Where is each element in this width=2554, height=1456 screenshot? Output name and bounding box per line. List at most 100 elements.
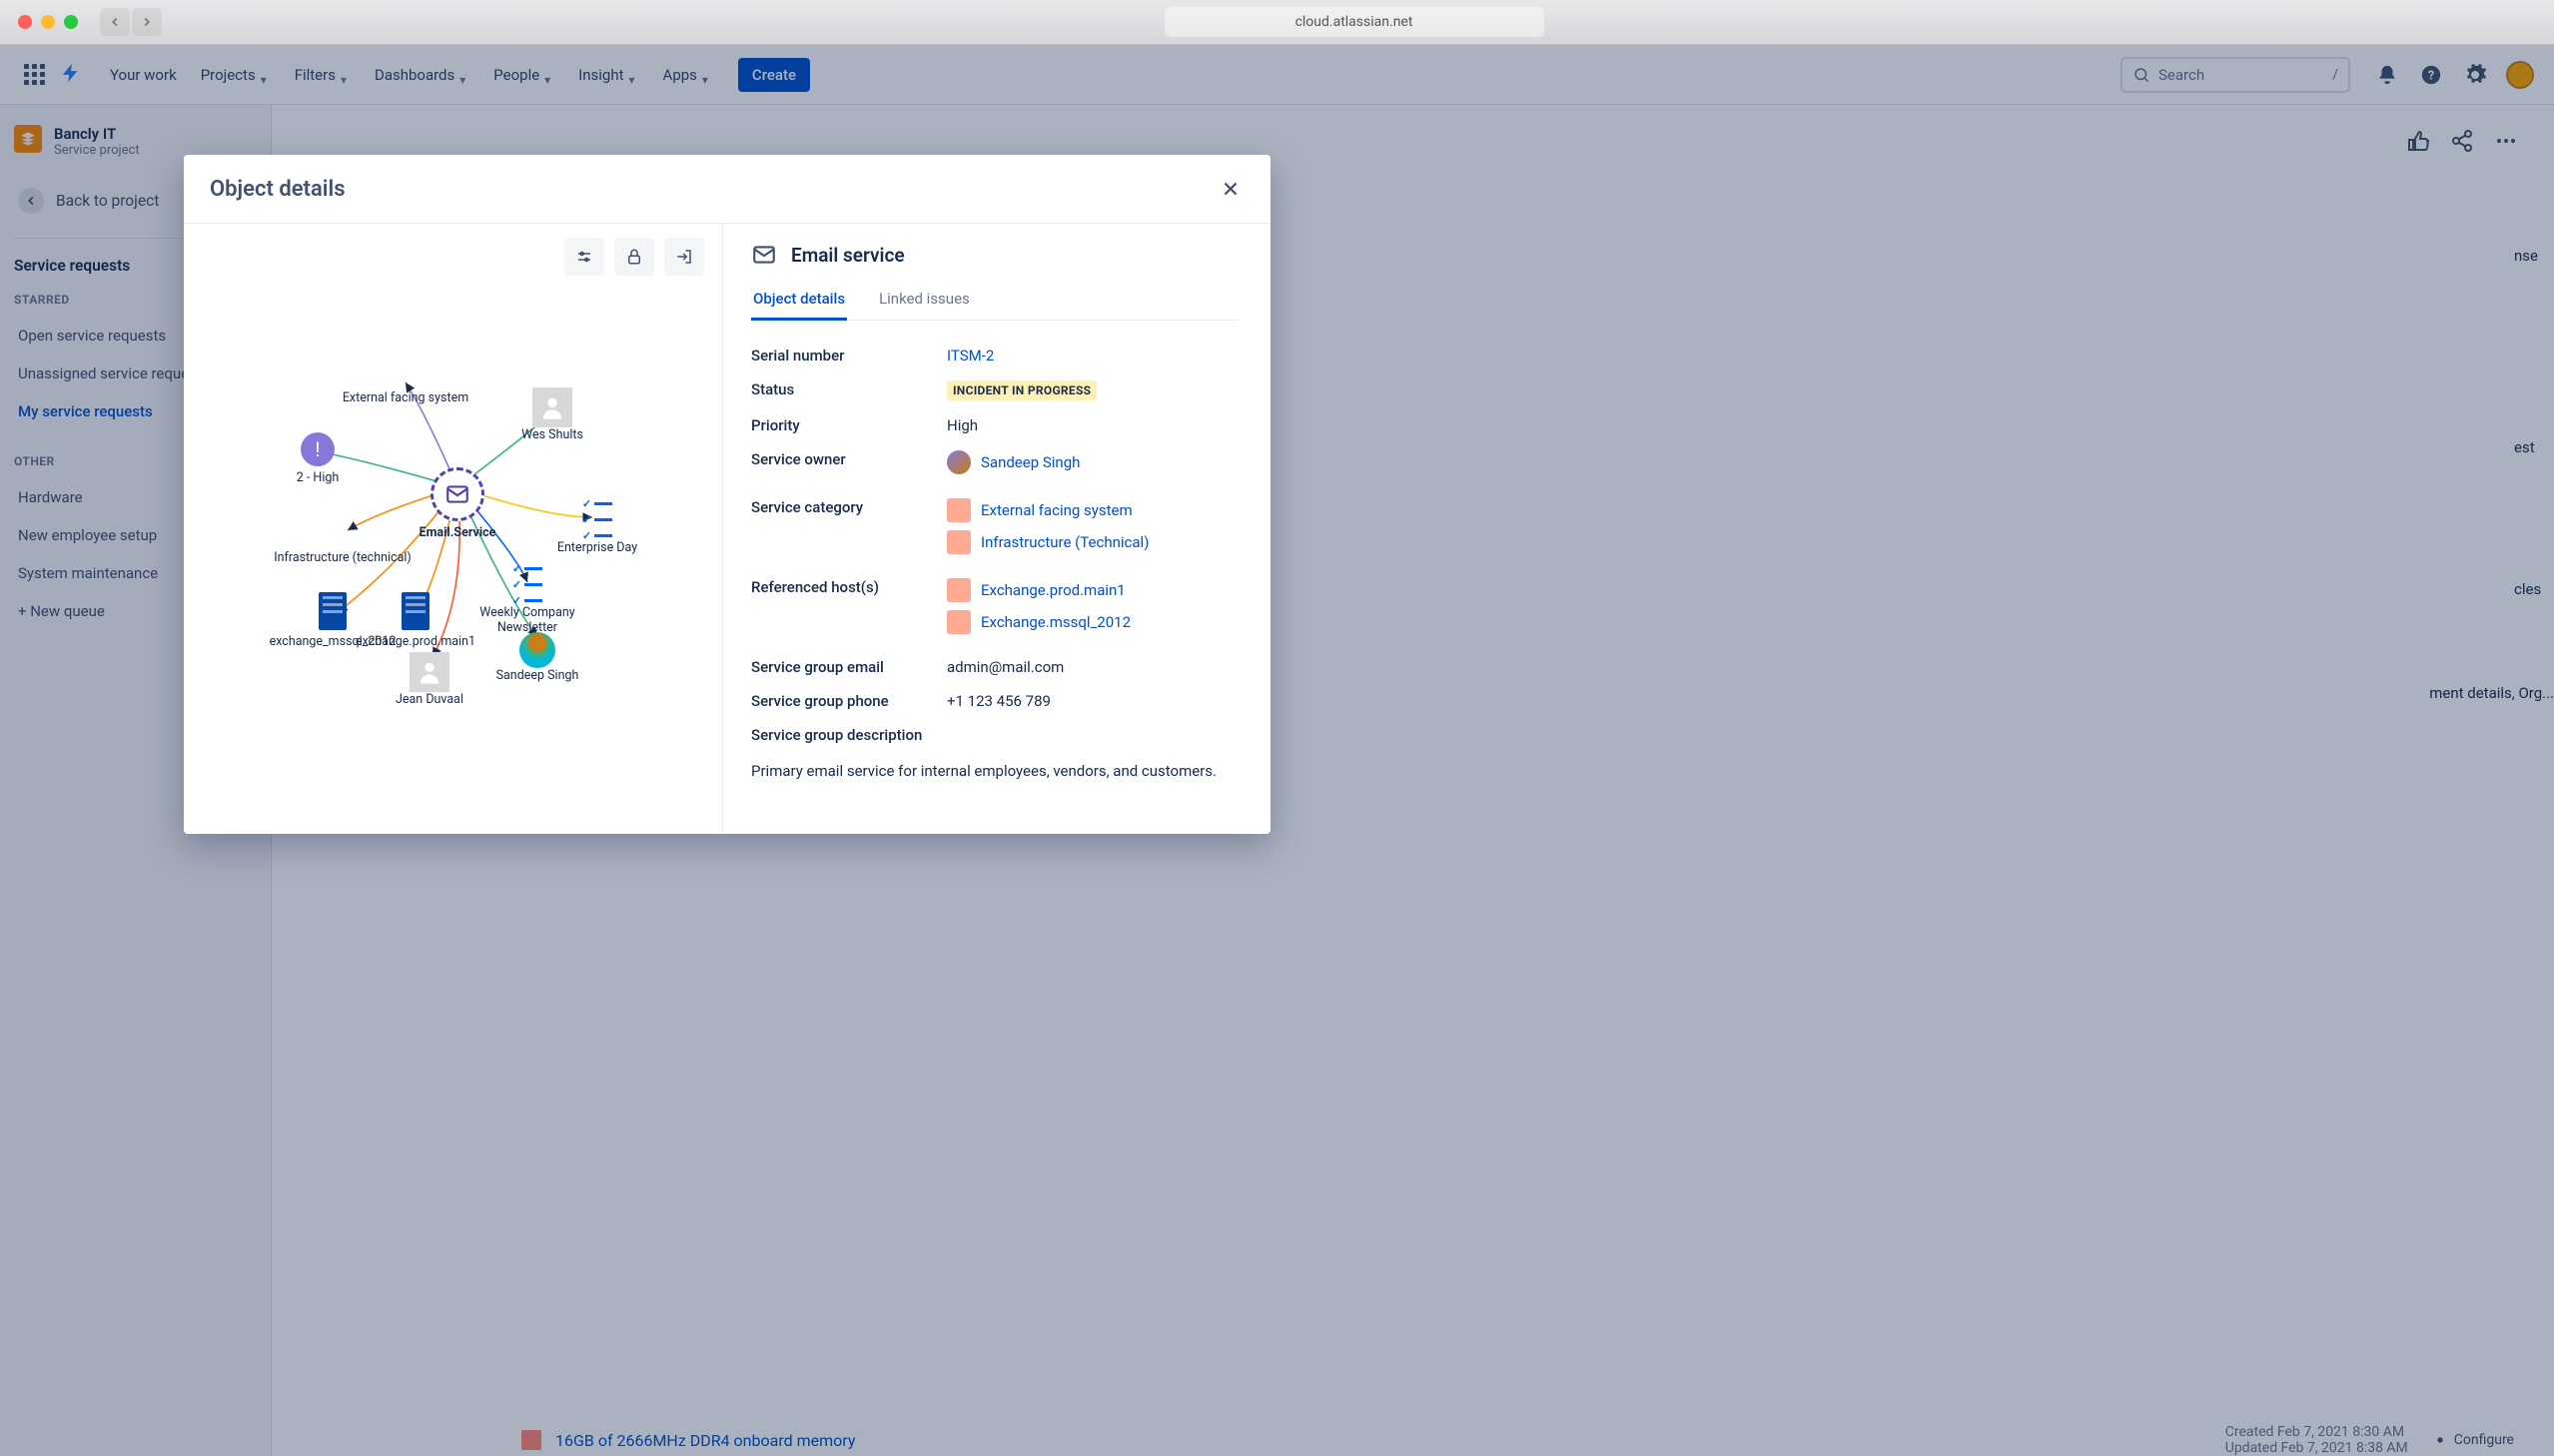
graph-canvas[interactable]: Email.Service External facing system !2 … (198, 238, 708, 820)
search-placeholder: Search (2158, 66, 2204, 84)
tab-object-details[interactable]: Object details (751, 284, 847, 321)
forward-button[interactable] (132, 8, 162, 36)
host-link[interactable]: Exchange.prod.main1 (981, 581, 1126, 599)
detail-email: Service group email admin@mail.com (751, 650, 1239, 684)
chevron-down-icon (261, 70, 271, 80)
notifications-icon[interactable] (2374, 62, 2400, 88)
close-icon (1220, 178, 1242, 200)
nav-filters[interactable]: Filters (285, 58, 361, 92)
mail-icon (751, 242, 777, 268)
project-name: Bancly IT (54, 125, 140, 143)
tab-linked-issues[interactable]: Linked issues (877, 284, 972, 320)
object-title: Email service (791, 244, 905, 267)
search-input[interactable]: Search / (2121, 57, 2350, 93)
owner-avatar (947, 450, 971, 474)
modal-title: Object details (210, 177, 346, 202)
detail-phone: Service group phone +1 123 456 789 (751, 684, 1239, 718)
chevron-down-icon (544, 70, 554, 80)
project-header: Bancly IT Service project (14, 125, 257, 158)
swatch-icon (521, 1430, 541, 1450)
detail-owner: Service owner Sandeep Singh (751, 442, 1239, 490)
category-link[interactable]: External facing system (981, 501, 1133, 519)
more-icon[interactable] (2494, 129, 2518, 157)
user-avatar[interactable] (2506, 61, 2534, 89)
swatch-icon (947, 498, 971, 522)
maximize-window-dot[interactable] (64, 15, 78, 29)
nav-people[interactable]: People (483, 58, 564, 92)
topnav-actions: ? (2374, 61, 2534, 89)
swatch-icon (947, 578, 971, 602)
bleed-text: est (2514, 426, 2554, 468)
back-arrow-icon (18, 188, 44, 214)
thumbs-up-icon[interactable] (2406, 129, 2430, 157)
graph-node-ext-facing[interactable]: External facing system (336, 353, 475, 405)
gear-icon (2432, 1432, 2448, 1448)
updated-timestamp: Updated Feb 7, 2021 8:38 AM (2225, 1440, 2408, 1456)
graph-node-enterprise-day[interactable]: Enterprise Day (527, 502, 667, 555)
settings-icon[interactable] (2462, 62, 2488, 88)
minimize-window-dot[interactable] (41, 15, 55, 29)
status-badge: INCIDENT IN PROGRESS (947, 380, 1097, 400)
detail-description-label: Service group description (751, 718, 1239, 752)
created-timestamp: Created Feb 7, 2021 8:30 AM (2225, 1424, 2408, 1440)
close-button[interactable] (1217, 175, 1245, 203)
nav-apps[interactable]: Apps (653, 58, 722, 92)
graph-node-sandeep[interactable]: Sandeep Singh (467, 632, 607, 683)
tabs: Object details Linked issues (751, 284, 1239, 321)
swatch-icon (947, 610, 971, 634)
back-button[interactable] (100, 8, 130, 36)
browser-chrome: cloud.atlassian.net (0, 0, 2554, 45)
chevron-down-icon (629, 70, 639, 80)
content-actions (2406, 129, 2518, 157)
app-switcher-icon[interactable] (20, 61, 48, 89)
nav-items: Your work Projects Filters Dashboards Pe… (100, 58, 722, 92)
graph-node-infra[interactable]: Infrastructure (technical) (273, 512, 413, 565)
window-controls (18, 15, 78, 29)
help-icon[interactable]: ? (2418, 62, 2444, 88)
owner-link[interactable]: Sandeep Singh (981, 453, 1080, 471)
graph-panel: Email.Service External facing system !2 … (184, 224, 723, 834)
share-icon[interactable] (2450, 129, 2474, 157)
url-bar[interactable]: cloud.atlassian.net (1165, 7, 1544, 37)
detail-priority: Priority High (751, 408, 1239, 442)
bleed-text: nse (2514, 235, 2554, 277)
details-panel: Email service Object details Linked issu… (723, 224, 1271, 834)
detail-status: Status INCIDENT IN PROGRESS (751, 372, 1239, 408)
nav-your-work[interactable]: Your work (100, 58, 187, 92)
chevron-down-icon (459, 70, 469, 80)
bleed-text: ment details, Org... (2429, 684, 2554, 702)
detail-category: Service category External facing system … (751, 490, 1239, 570)
detail-hosts: Referenced host(s) Exchange.prod.main1 E… (751, 570, 1239, 650)
category-link[interactable]: Infrastructure (Technical) (981, 533, 1149, 551)
bleed-memory-link[interactable]: 16GB of 2666MHz DDR4 onboard memory (555, 1431, 855, 1450)
search-icon (2132, 66, 2150, 84)
close-window-dot[interactable] (18, 15, 32, 29)
chevron-down-icon (702, 70, 712, 80)
graph-node-newsletter[interactable]: Weekly Company Newsletter (457, 567, 597, 635)
detail-serial: Serial number ITSM-2 (751, 339, 1239, 372)
swatch-icon (947, 530, 971, 554)
top-navigation: Your work Projects Filters Dashboards Pe… (0, 45, 2554, 105)
configure-button[interactable]: Configure (2432, 1432, 2514, 1448)
host-link[interactable]: Exchange.mssql_2012 (981, 613, 1131, 631)
svg-text:?: ? (2428, 68, 2434, 83)
graph-node-priority[interactable]: !2 - High (248, 432, 388, 485)
object-details-modal: Object details (184, 155, 1271, 834)
description-text: Primary email service for internal emplo… (751, 760, 1239, 783)
bleed-text: cles (2514, 568, 2554, 610)
create-button[interactable]: Create (738, 58, 810, 92)
graph-node-wes[interactable]: Wes Shults (482, 387, 622, 442)
modal-header: Object details (184, 155, 1271, 224)
chevron-down-icon (341, 70, 351, 80)
serial-link[interactable]: ITSM-2 (947, 347, 994, 364)
project-icon (14, 125, 42, 153)
nav-insight[interactable]: Insight (568, 58, 648, 92)
product-logo-icon[interactable] (60, 62, 82, 88)
browser-nav (100, 8, 162, 36)
object-title-row: Email service (751, 242, 1239, 268)
project-type: Service project (54, 143, 140, 158)
search-shortcut: / (2332, 67, 2338, 83)
nav-projects[interactable]: Projects (191, 58, 281, 92)
nav-dashboards[interactable]: Dashboards (365, 58, 479, 92)
bleed-footer: Created Feb 7, 2021 8:30 AM Updated Feb … (2225, 1424, 2514, 1456)
